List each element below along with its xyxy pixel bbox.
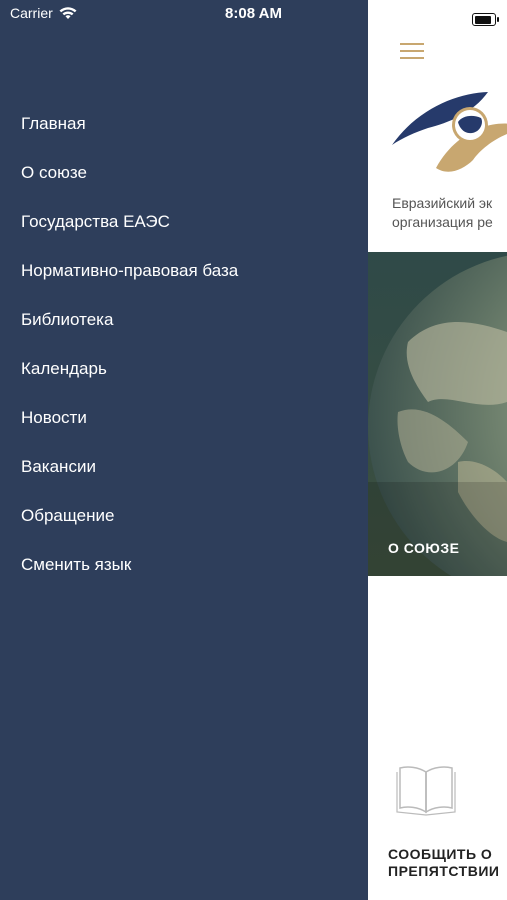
main-content: Евразийский эк организация ре О СОЮЗЕ СО… — [368, 0, 507, 900]
organization-name: Евразийский эк организация ре — [392, 194, 507, 232]
about-union-label: О СОЮЗЕ — [388, 540, 460, 556]
hamburger-menu-icon[interactable] — [400, 43, 424, 61]
menu-item-change-language[interactable]: Сменить язык — [21, 553, 238, 602]
globe-image — [368, 252, 507, 576]
menu-item-library[interactable]: Библиотека — [21, 308, 238, 357]
report-line1: СООБЩИТЬ О — [388, 846, 493, 862]
menu-item-about-union[interactable]: О союзе — [21, 161, 238, 210]
menu-item-home[interactable]: Главная — [21, 112, 238, 161]
menu-item-vacancies[interactable]: Вакансии — [21, 455, 238, 504]
report-line2: ПРЕПЯТСТВИИ — [388, 863, 500, 879]
about-union-card[interactable] — [368, 252, 507, 576]
drawer-menu: Главная О союзе Государства ЕАЭС Нормати… — [21, 112, 238, 602]
org-name-line1: Евразийский эк — [392, 195, 493, 211]
book-icon — [396, 766, 456, 816]
menu-item-appeal[interactable]: Обращение — [21, 504, 238, 553]
report-obstacle-button[interactable]: СООБЩИТЬ О ПРЕПЯТСТВИИ — [388, 846, 499, 880]
status-time: 8:08 AM — [225, 5, 282, 22]
menu-item-eaeu-states[interactable]: Государства ЕАЭС — [21, 210, 238, 259]
menu-item-calendar[interactable]: Календарь — [21, 357, 238, 406]
menu-item-news[interactable]: Новости — [21, 406, 238, 455]
navigation-drawer: Carrier 8:08 AM Главная О союзе Государс… — [0, 0, 368, 900]
org-name-line2: организация ре — [392, 214, 493, 230]
eaeu-logo — [392, 92, 507, 172]
menu-item-legal-base[interactable]: Нормативно-правовая база — [21, 259, 238, 308]
